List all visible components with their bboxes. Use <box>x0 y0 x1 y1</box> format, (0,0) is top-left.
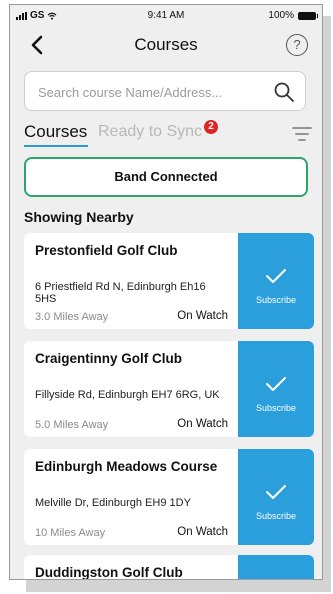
check-icon <box>266 269 286 283</box>
page-title: Courses <box>134 35 198 54</box>
tab-ready-to-sync[interactable]: Ready to Sync <box>98 123 202 141</box>
course-distance: 5.0 Miles Away <box>35 419 109 431</box>
sync-count-badge: 2 <box>204 120 218 134</box>
battery-label: 100% <box>268 10 294 21</box>
on-watch-label: On Watch <box>177 310 228 322</box>
search-box <box>24 71 306 111</box>
band-connected-button[interactable]: Band Connected <box>24 157 308 197</box>
tab-courses[interactable]: Courses <box>24 122 87 142</box>
header: Courses ? <box>10 29 322 63</box>
search-icon[interactable] <box>273 81 295 103</box>
tab-bar: Courses Ready to Sync 2 <box>24 120 314 148</box>
course-distance: 10 Miles Away <box>35 527 106 539</box>
course-name: Edinburgh Meadows Course <box>35 459 218 474</box>
subscribe-label: Subscribe <box>255 403 297 413</box>
course-address: 6 Priestfield Rd N, Edinburgh Eh16 5HS <box>35 281 206 305</box>
on-watch-label: On Watch <box>177 418 228 430</box>
status-right: 100% <box>268 10 318 21</box>
course-card[interactable]: Prestonfield Golf Club 6 Priestfield Rd … <box>24 233 314 329</box>
check-icon <box>266 485 286 499</box>
tab-active-underline <box>24 145 88 147</box>
course-address: Fillyside Rd, Edinburgh EH7 6RG, UK <box>35 389 220 401</box>
subscribe-label: Subscribe <box>255 295 297 305</box>
subscribe-button[interactable]: Subscribe <box>238 233 314 329</box>
on-watch-label: On Watch <box>177 526 228 538</box>
check-icon <box>266 377 286 391</box>
filter-icon[interactable] <box>292 126 312 142</box>
subscribe-button[interactable]: Subscribe <box>238 449 314 545</box>
course-card[interactable]: Craigentinny Golf Club Fillyside Rd, Edi… <box>24 341 314 437</box>
course-name: Craigentinny Golf Club <box>35 351 182 366</box>
search-input[interactable] <box>38 82 268 102</box>
subscribe-button[interactable]: Subscribe <box>238 341 314 437</box>
status-bar: GS 9:41 AM 100% <box>10 5 322 25</box>
course-name: Duddingston Golf Club <box>35 565 183 580</box>
course-distance: 3.0 Miles Away <box>35 311 109 323</box>
course-card[interactable]: Edinburgh Meadows Course Melville Dr, Ed… <box>24 449 314 545</box>
help-icon[interactable]: ? <box>286 34 308 56</box>
course-card[interactable]: Duddingston Golf Club <box>24 555 314 580</box>
section-title: Showing Nearby <box>24 209 134 225</box>
battery-icon <box>298 11 318 20</box>
subscribe-label: Subscribe <box>255 511 297 521</box>
course-address: Melville Dr, Edinburgh EH9 1DY <box>35 497 191 509</box>
app-screen: GS 9:41 AM 100% Courses ? Courses Ready … <box>9 4 323 580</box>
course-name: Prestonfield Golf Club <box>35 243 178 258</box>
subscribe-button[interactable] <box>238 555 314 579</box>
